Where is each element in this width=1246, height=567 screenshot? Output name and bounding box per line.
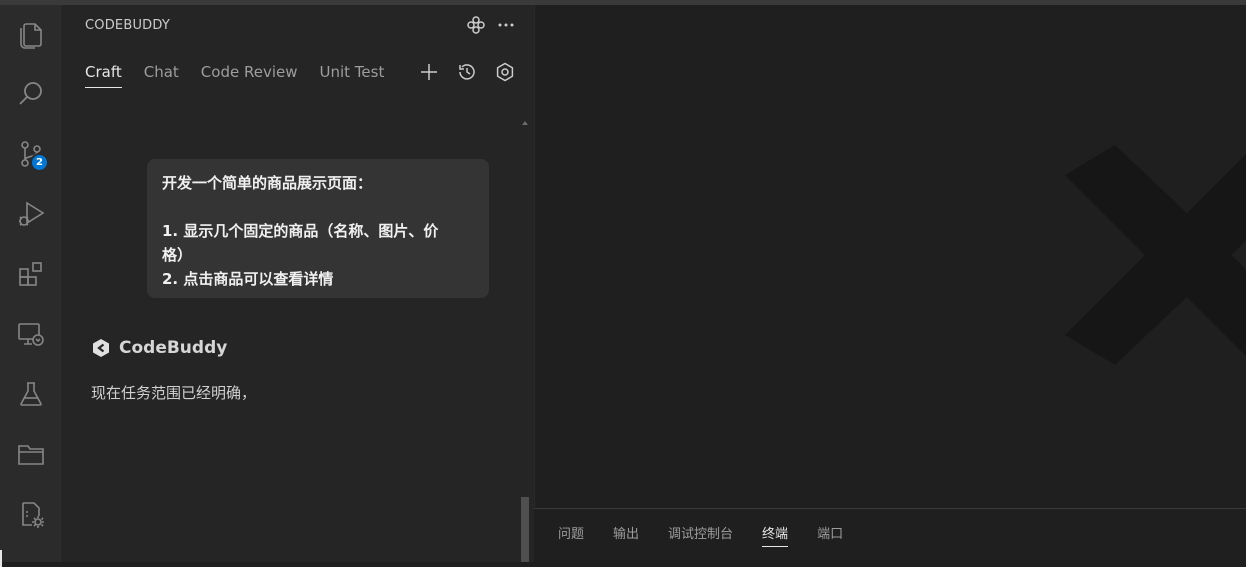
vscode-watermark-icon bbox=[1065, 145, 1246, 365]
active-indicator bbox=[0, 550, 2, 567]
codebuddy-panel: CODEBUDDY Craft Chat Code Review Unit Te… bbox=[61, 5, 534, 562]
plus-icon bbox=[421, 64, 437, 80]
activity-codebuddy-settings[interactable] bbox=[0, 489, 61, 539]
activity-run-debug[interactable] bbox=[0, 189, 61, 239]
bottom-panel: 问题 输出 调试控制台 终端 端口 bbox=[534, 508, 1246, 562]
user-message-line: 2. 点击商品可以查看详情 bbox=[162, 270, 334, 288]
activity-bar: 2 bbox=[0, 5, 61, 567]
scroll-thumb[interactable] bbox=[521, 497, 529, 562]
tab-terminal[interactable]: 终端 bbox=[762, 523, 789, 547]
tab-chat[interactable]: Chat bbox=[144, 63, 179, 88]
codebuddy-logo-icon bbox=[93, 339, 109, 357]
folder-icon bbox=[17, 445, 44, 465]
assistant-name: CodeBuddy bbox=[119, 338, 228, 358]
activity-explorer[interactable] bbox=[0, 9, 61, 59]
activity-search[interactable] bbox=[0, 69, 61, 119]
source-control-badge: 2 bbox=[30, 153, 49, 172]
more-actions-button[interactable] bbox=[496, 15, 516, 35]
activity-testing[interactable] bbox=[0, 369, 61, 419]
files-icon bbox=[19, 23, 42, 49]
new-chat-button[interactable] bbox=[418, 61, 440, 83]
activity-source-control[interactable]: 2 bbox=[0, 129, 61, 179]
history-button[interactable] bbox=[456, 61, 478, 83]
tab-unit-test[interactable]: Unit Test bbox=[319, 63, 384, 88]
tab-actions bbox=[418, 61, 516, 83]
extensions-icon bbox=[18, 262, 42, 286]
tab-debug-console[interactable]: 调试控制台 bbox=[668, 523, 733, 547]
tab-problems[interactable]: 问题 bbox=[558, 523, 584, 547]
search-icon bbox=[18, 82, 42, 105]
assistant-message: 现在任务范围已经明确， bbox=[91, 384, 257, 402]
activity-extensions[interactable] bbox=[0, 249, 61, 299]
testing-icon bbox=[19, 382, 42, 406]
panel-title: CODEBUDDY bbox=[85, 18, 171, 33]
history-icon bbox=[459, 64, 475, 80]
activity-folder[interactable] bbox=[0, 429, 61, 479]
user-message-line: 格） bbox=[162, 246, 193, 264]
run-debug-icon bbox=[18, 201, 45, 226]
mode-tabs: Craft Chat Code Review Unit Test bbox=[85, 63, 384, 88]
flower-icon bbox=[467, 16, 485, 34]
assistant-header: CodeBuddy bbox=[91, 338, 227, 358]
codebuddy-logo-button[interactable] bbox=[466, 15, 486, 35]
activity-remote-explorer[interactable] bbox=[0, 309, 61, 359]
chat-scrollbar[interactable] bbox=[520, 120, 530, 562]
gear-icon bbox=[496, 62, 514, 82]
tab-ports[interactable]: 端口 bbox=[817, 523, 843, 547]
ellipsis-icon bbox=[498, 23, 514, 27]
codebuddy-file-settings-icon bbox=[21, 502, 44, 528]
tab-code-review[interactable]: Code Review bbox=[201, 63, 298, 88]
settings-button[interactable] bbox=[494, 61, 516, 83]
tab-output[interactable]: 输出 bbox=[613, 523, 639, 547]
user-message-line: 开发一个简单的商品展示页面： bbox=[162, 174, 373, 192]
tab-craft[interactable]: Craft bbox=[85, 63, 122, 88]
remote-explorer-icon bbox=[17, 323, 44, 346]
panel-header-actions bbox=[466, 15, 516, 35]
user-message-bubble: 开发一个简单的商品展示页面： 1. 显示几个固定的商品（名称、图片、价 格） 2… bbox=[147, 159, 489, 298]
editor-area[interactable] bbox=[534, 5, 1246, 508]
bottom-panel-tabs: 问题 输出 调试控制台 终端 端口 bbox=[558, 523, 843, 547]
user-message-line: 1. 显示几个固定的商品（名称、图片、价 bbox=[162, 222, 439, 240]
scroll-up-arrow[interactable] bbox=[522, 121, 528, 125]
